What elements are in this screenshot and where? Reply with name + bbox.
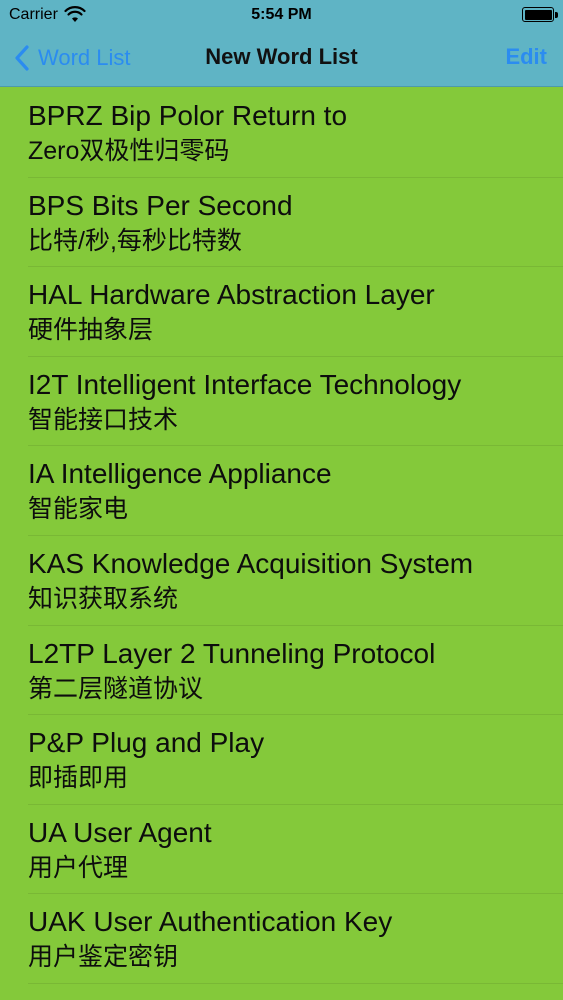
item-translation: 第二层隧道协议 <box>28 674 204 703</box>
item-translation: 智能家电 <box>28 495 129 524</box>
item-term: UA User Agent <box>28 816 212 848</box>
item-translation: 比特/秒,每秒比特数 <box>28 226 242 255</box>
list-item[interactable]: P&P Plug and Play 即插即用 <box>0 715 563 805</box>
item-translation: 智能接口技术 <box>28 405 179 434</box>
item-translation: 即插即用 <box>28 764 129 793</box>
list-item[interactable]: IA Intelligence Appliance 智能家电 <box>0 446 563 536</box>
list-item[interactable]: HAL Hardware Abstraction Layer 硬件抽象层 <box>0 267 563 357</box>
list-item[interactable]: UAK User Authentication Key 用户鉴定密钥 <box>0 894 563 984</box>
item-term: P&P Plug and Play <box>28 727 265 759</box>
status-time: 5:54 PM <box>251 6 312 23</box>
item-term: HAL Hardware Abstraction Layer <box>28 279 435 311</box>
item-term: UAK User Authentication Key <box>28 906 393 938</box>
top-bar: Carrier 5:54 PM Word List New Word List … <box>0 0 563 87</box>
status-bar: Carrier 5:54 PM <box>0 0 563 30</box>
list-item[interactable]: BPS Bits Per Second 比特/秒,每秒比特数 <box>0 178 563 268</box>
item-term: I2T Intelligent Interface Technology <box>28 368 462 400</box>
navigation-bar: Word List New Word List Edit <box>0 30 563 87</box>
battery-icon <box>522 7 554 22</box>
list-item[interactable]: UA User Agent 用户代理 <box>0 805 563 895</box>
item-translation: 硬件抽象层 <box>28 316 154 345</box>
page-title: New Word List <box>205 44 358 69</box>
item-term: IA Intelligence Appliance <box>28 458 332 490</box>
word-list: BPRZ Bip Polor Return to Zero双极性归零码 BPS … <box>0 88 563 984</box>
edit-button[interactable]: Edit <box>505 44 547 70</box>
item-term: L2TP Layer 2 Tunneling Protocol <box>28 637 436 669</box>
item-term: BPRZ Bip Polor Return to <box>28 100 348 131</box>
item-translation: Zero双极性归零码 <box>28 137 230 165</box>
list-item[interactable]: I2T Intelligent Interface Technology 智能接… <box>0 357 563 447</box>
battery-cap <box>555 12 558 18</box>
item-translation: 知识获取系统 <box>28 584 179 613</box>
list-item[interactable]: KAS Knowledge Acquisition System 知识获取系统 <box>0 536 563 626</box>
item-term: BPS Bits Per Second <box>28 189 293 221</box>
item-translation: 用户鉴定密钥 <box>28 943 179 972</box>
list-item[interactable]: L2TP Layer 2 Tunneling Protocol 第二层隧道协议 <box>0 626 563 716</box>
list-item[interactable]: BPRZ Bip Polor Return to Zero双极性归零码 <box>0 88 563 178</box>
item-term: KAS Knowledge Acquisition System <box>28 547 474 579</box>
item-translation: 用户代理 <box>28 853 129 882</box>
